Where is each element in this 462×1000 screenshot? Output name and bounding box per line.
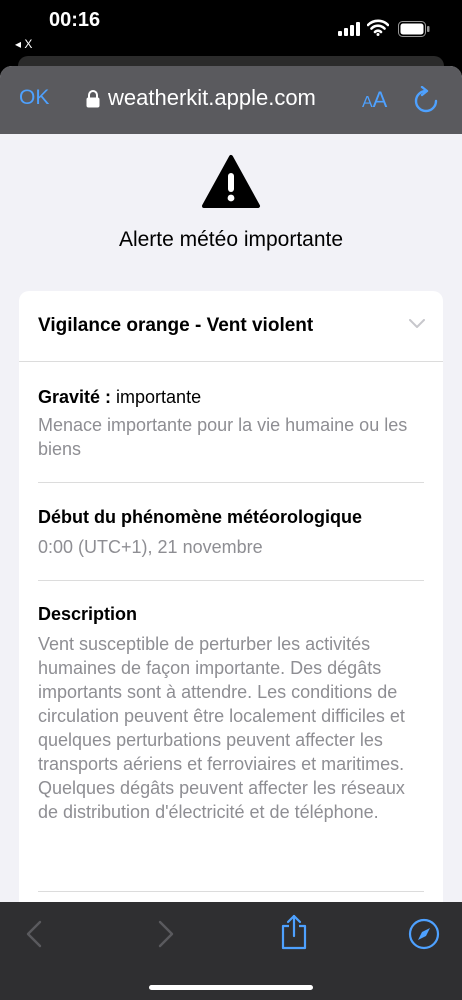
alert-heading[interactable]: Vigilance orange - Vent violent: [38, 315, 313, 337]
description-label: Description: [38, 604, 138, 624]
divider: [38, 891, 424, 892]
url-text[interactable]: weatherkit.apple.com: [108, 85, 316, 111]
page-title: Alerte météo importante: [118, 228, 344, 251]
cellular-signal-icon: [338, 22, 360, 36]
chevron-right-icon[interactable]: [157, 920, 175, 948]
done-button[interactable]: OK: [19, 86, 49, 110]
divider: [19, 361, 443, 362]
warning-icon: [202, 155, 260, 208]
home-indicator[interactable]: [149, 985, 313, 990]
divider: [38, 482, 424, 483]
wifi-icon: [367, 19, 389, 36]
alert-card: Vigilance orange - Vent violent Gravité …: [19, 291, 443, 1000]
browser-sheet: OK weatherkit.apple.com AA Alerte météo …: [0, 66, 462, 1000]
reload-icon[interactable]: [413, 86, 439, 114]
chevron-down-icon[interactable]: [409, 319, 425, 329]
severity-description: Menace importante pour la vie humaine ou…: [38, 415, 408, 459]
status-time: 00:16: [49, 9, 101, 31]
battery-icon: [398, 21, 430, 37]
severity-row: Gravité : importante: [38, 387, 201, 408]
severity-value: importante: [111, 387, 202, 407]
divider: [38, 580, 424, 581]
text-size-large-label: A: [372, 87, 388, 112]
start-label: Début du phénomène météorologique: [38, 507, 363, 527]
back-to-app-link[interactable]: ◂ X: [15, 37, 32, 51]
text-size-small-label: A: [362, 94, 373, 111]
start-value: 0:00 (UTC+1), 21 novembre: [38, 537, 263, 557]
description-text: Vent susceptible de perturber les activi…: [38, 634, 405, 822]
url-bar: OK weatherkit.apple.com AA: [0, 66, 462, 134]
text-size-button[interactable]: AA: [362, 87, 387, 113]
share-icon[interactable]: [280, 914, 308, 950]
status-bar: 00:16 ◂ X: [0, 0, 462, 56]
lock-icon: [86, 90, 100, 108]
compass-icon[interactable]: [408, 918, 440, 950]
chevron-left-icon[interactable]: [25, 920, 43, 948]
severity-label: Gravité :: [38, 387, 112, 407]
